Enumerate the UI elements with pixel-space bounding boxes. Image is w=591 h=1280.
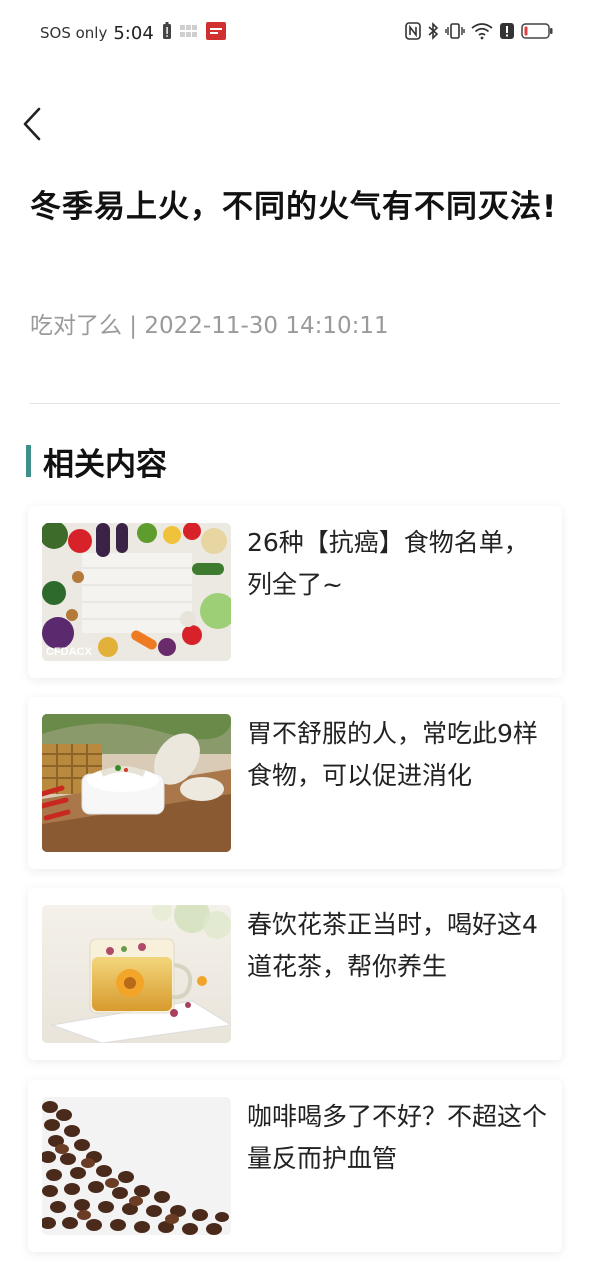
wifi-icon: [471, 22, 493, 44]
bluetooth-icon: [427, 22, 439, 44]
vibrate-icon: [445, 22, 465, 44]
divider: [30, 403, 560, 404]
related-item-card[interactable]: 咖啡喝多了不好？不超这个量反而护血管: [28, 1080, 562, 1252]
back-button[interactable]: [14, 104, 50, 148]
clock-text: 5:04: [113, 22, 154, 44]
yam-dish-image: [42, 714, 231, 852]
article-meta: 吃对了么 | 2022-11-30 14:10:11: [30, 313, 389, 339]
related-section-title: 相关内容: [43, 446, 167, 483]
status-bar: SOS only 5:04: [0, 0, 591, 66]
grid-icon: [179, 23, 198, 43]
related-item-card[interactable]: CFDACX 26种【抗癌】食物名单，列全了~: [28, 506, 562, 678]
related-section-header: 相关内容: [26, 440, 167, 483]
related-item-title: 咖啡喝多了不好？不超这个量反而护血管: [247, 1102, 547, 1173]
flower-tea-image: [42, 905, 231, 1043]
battery-alert-icon: [162, 22, 172, 44]
alert-icon: [499, 22, 515, 44]
related-item-title: 春饮花茶正当时，喝好这4道花茶，帮你养生: [247, 910, 538, 981]
related-item-title: 26种【抗癌】食物名单，列全了~: [247, 528, 529, 599]
nfc-icon: [405, 22, 421, 44]
article-title: 冬季易上火，不同的火气有不同灭法!: [30, 189, 558, 225]
coffee-beans-image: [42, 1097, 231, 1235]
battery-icon: [521, 22, 553, 44]
related-item-title: 胃不舒服的人，常吃此9样食物，可以促进消化: [247, 719, 538, 790]
carrier-text: SOS only: [40, 24, 108, 42]
chevron-left-icon: [21, 106, 43, 146]
section-accent-bar: [26, 445, 31, 477]
related-item-card[interactable]: 胃不舒服的人，常吃此9样食物，可以促进消化: [28, 697, 562, 869]
related-item-card[interactable]: 春饮花茶正当时，喝好这4道花茶，帮你养生: [28, 888, 562, 1060]
vegetables-image: CFDACX: [42, 523, 231, 661]
thumb-watermark: CFDACX: [46, 646, 92, 658]
app-notification-icon: [205, 22, 226, 44]
